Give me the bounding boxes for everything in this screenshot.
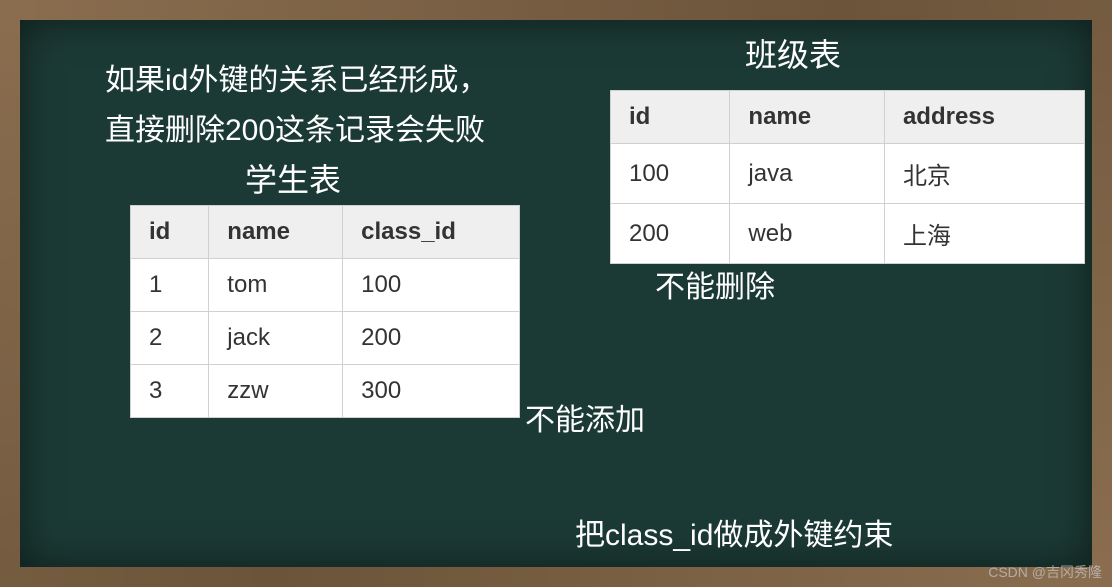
table-row: 3 zzw 300	[131, 365, 520, 418]
header-id: id	[611, 91, 730, 144]
cell-id: 100	[611, 144, 730, 204]
table-header-row: id name address	[611, 91, 1085, 144]
header-id: id	[131, 206, 209, 259]
cell-id: 2	[131, 312, 209, 365]
cell-name: zzw	[209, 365, 343, 418]
cell-class-id: 200	[343, 312, 520, 365]
cell-name: jack	[209, 312, 343, 365]
student-table: id name class_id 1 tom 100 2 jack 200 3 …	[130, 205, 520, 418]
note-line-1: 如果id外键的关系已经形成，	[105, 55, 488, 99]
table-row: 100 java 北京	[611, 144, 1085, 204]
annotation-cannot-add: 不能添加	[525, 395, 645, 439]
class-table: id name address 100 java 北京 200 web 上海	[610, 90, 1085, 264]
note-line-2: 直接删除200这条记录会失败	[105, 105, 485, 149]
cell-class-id: 300	[343, 365, 520, 418]
annotation-cannot-delete: 不能删除	[655, 262, 775, 306]
watermark: CSDN @吉冈秀隆	[988, 562, 1102, 582]
cell-address: 上海	[884, 204, 1084, 264]
cell-name: tom	[209, 259, 343, 312]
table-row: 200 web 上海	[611, 204, 1085, 264]
cell-class-id: 100	[343, 259, 520, 312]
table-row: 2 jack 200	[131, 312, 520, 365]
cell-name: web	[730, 204, 885, 264]
header-name: name	[209, 206, 343, 259]
cell-id: 200	[611, 204, 730, 264]
header-name: name	[730, 91, 885, 144]
content-area: 如果id外键的关系已经形成， 直接删除200这条记录会失败 学生表 id nam…	[0, 0, 1112, 587]
header-class-id: class_id	[343, 206, 520, 259]
table-row: 1 tom 100	[131, 259, 520, 312]
class-table-title: 班级表	[745, 30, 841, 76]
annotation-fk-constraint: 把class_id做成外键约束	[575, 510, 893, 554]
cell-id: 3	[131, 365, 209, 418]
cell-name: java	[730, 144, 885, 204]
cell-id: 1	[131, 259, 209, 312]
header-address: address	[884, 91, 1084, 144]
table-header-row: id name class_id	[131, 206, 520, 259]
student-table-title: 学生表	[245, 155, 341, 201]
cell-address: 北京	[884, 144, 1084, 204]
